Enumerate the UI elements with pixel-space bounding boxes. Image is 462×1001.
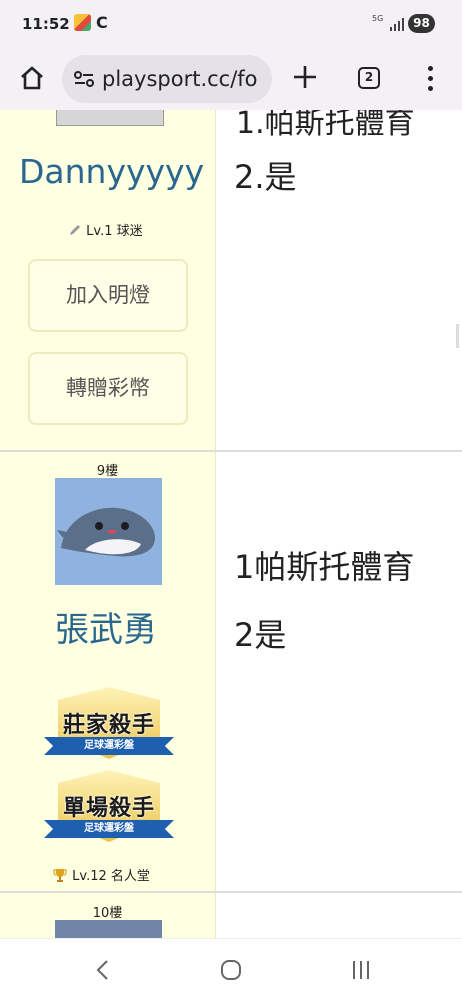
url-text: playsport.cc/fo [102, 67, 258, 91]
achievement-badge: 單場殺手 足球運彩盤 [44, 770, 174, 850]
home-button-icon[interactable] [220, 959, 242, 981]
post-text-line: 1帕斯托體育 [234, 548, 415, 586]
user-level-label: Lv.1 球迷 [86, 224, 143, 239]
status-time: 11:52 [22, 15, 70, 33]
scroll-indicator[interactable] [456, 324, 459, 348]
gift-coins-button[interactable]: 轉贈彩幣 [28, 352, 188, 425]
achievement-badge: 莊家殺手 足球運彩盤 [44, 687, 174, 767]
address-bar[interactable]: playsport.cc/fo [62, 55, 272, 103]
username-link[interactable]: 張武勇 [55, 602, 157, 651]
signal-icon [390, 17, 406, 31]
user-level: Lv.12 名人堂 [52, 865, 150, 884]
post-text-line: 2.是 [234, 158, 297, 196]
more-menu-icon[interactable] [426, 66, 434, 92]
badge-subtitle: 足球運彩盤 [84, 740, 134, 751]
author-column: 9樓 張武勇 莊家殺手 足球運彩盤 單場殺手 足球運彩盤 Lv.12 名人堂 [0, 452, 216, 891]
browser-toolbar: playsport.cc/fo 2 [0, 48, 462, 110]
author-column: 10樓 [0, 893, 216, 938]
author-column: Dannyyyyy Lv.1 球迷 加入明燈 轉贈彩幣 [0, 110, 216, 450]
forum-thread[interactable]: Dannyyyyy Lv.1 球迷 加入明燈 轉贈彩幣 1.帕斯托體育 2.是 … [0, 110, 462, 938]
site-settings-icon[interactable] [74, 71, 94, 87]
avatar[interactable] [55, 478, 162, 585]
pencil-level-icon [70, 225, 80, 235]
add-light-button[interactable]: 加入明燈 [28, 259, 188, 332]
floor-number: 9樓 [96, 464, 119, 479]
username-link[interactable]: Dannyyyyy [19, 152, 204, 191]
post-text-line: 1.帕斯托體育 [236, 110, 415, 141]
recent-apps-icon[interactable] [350, 959, 372, 981]
avatar [56, 110, 164, 126]
new-tab-icon[interactable] [290, 62, 320, 92]
notification-app-icon [74, 14, 91, 31]
dolphin-avatar-icon [55, 478, 162, 585]
trophy-icon [53, 869, 67, 882]
user-level: Lv.1 球迷 [68, 220, 143, 239]
floor-number: 10樓 [92, 906, 123, 921]
status-bar: 11:52 C 5G 98 [0, 0, 462, 48]
back-icon[interactable] [94, 959, 110, 981]
badge-title: 單場殺手 [62, 796, 155, 821]
system-nav-bar [0, 938, 462, 1001]
badge-title: 莊家殺手 [62, 713, 155, 738]
post-text-line: 2是 [234, 616, 287, 654]
home-icon[interactable] [18, 64, 46, 92]
user-level-label: Lv.12 名人堂 [72, 869, 150, 884]
battery-icon: 98 [408, 14, 435, 33]
avatar[interactable] [55, 920, 162, 938]
tab-switcher-button[interactable]: 2 [358, 67, 380, 89]
badge-subtitle: 足球運彩盤 [84, 823, 134, 834]
notification-letter-icon: C [96, 13, 108, 32]
network-type-icon: 5G [372, 14, 384, 23]
